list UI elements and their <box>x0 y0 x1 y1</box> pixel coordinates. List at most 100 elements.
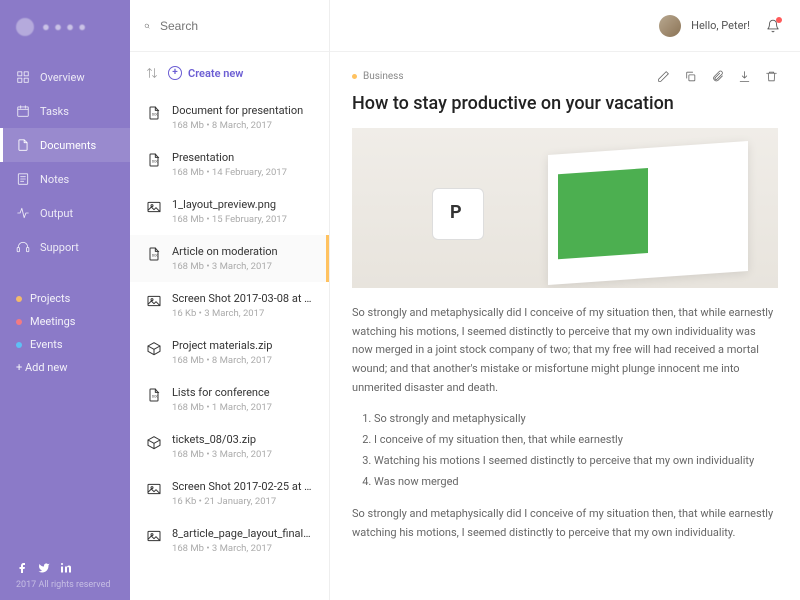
nav-label: Tasks <box>40 105 69 118</box>
nav-item-tasks[interactable]: Tasks <box>0 94 130 128</box>
nav-item-output[interactable]: Output <box>0 196 130 230</box>
facebook-icon[interactable] <box>16 562 28 574</box>
tags-section: Projects Meetings Events + Add new <box>0 292 130 374</box>
img-icon <box>146 199 162 215</box>
download-icon[interactable] <box>738 70 751 83</box>
create-new-button[interactable]: + Create new <box>168 66 243 80</box>
document-title: Presentation <box>172 151 287 164</box>
tag-label: Events <box>30 338 63 351</box>
img-icon <box>146 293 162 309</box>
attachment-icon[interactable] <box>711 70 724 83</box>
document-meta: 168 Mb • 1 March, 2017 <box>172 402 272 413</box>
document-item[interactable]: Screen Shot 2017-03-08 at 11.5… 16 Kb • 3… <box>130 282 329 329</box>
document-list: DOCDocument for presentation168 Mb • 8 M… <box>130 94 329 564</box>
notifications-button[interactable] <box>766 19 780 33</box>
logo-icon <box>16 18 34 36</box>
tag-label: Projects <box>30 292 70 305</box>
document-item[interactable]: tickets_08/03.zip 168 Mb • 3 March, 2017 <box>130 423 329 470</box>
document-meta: 168 Mb • 14 February, 2017 <box>172 167 287 178</box>
document-meta: 168 Mb • 8 March, 2017 <box>172 355 272 366</box>
nav-item-documents[interactable]: Documents <box>0 128 130 162</box>
tag-dot-icon <box>16 319 22 325</box>
list-item: Was now merged <box>374 472 778 493</box>
list-item: Watching his motions I seemed distinctly… <box>374 451 778 472</box>
main-content: Hello, Peter! Business How <box>330 0 800 600</box>
tag-label: Meetings <box>30 315 75 328</box>
paragraph: So strongly and metaphysically did I con… <box>352 505 778 542</box>
category-label: Business <box>363 71 403 82</box>
document-item[interactable]: Project materials.zip 168 Mb • 8 March, 2… <box>130 329 329 376</box>
nav-item-overview[interactable]: Overview <box>0 60 130 94</box>
tag-dot-icon <box>16 342 22 348</box>
doc-icon: DOC <box>146 387 162 403</box>
zip-icon <box>146 340 162 356</box>
svg-text:DOC: DOC <box>152 395 159 399</box>
plus-icon: + <box>168 66 182 80</box>
primary-nav: Overview Tasks DocumentsNotesOutput Support <box>0 60 130 264</box>
nav-label: Overview <box>40 71 85 84</box>
list-header: + Create new <box>130 52 329 94</box>
document-meta: 168 Mb • 3 March, 2017 <box>172 543 313 554</box>
ordered-list: So strongly and metaphysicallyI conceive… <box>374 409 778 493</box>
nav-item-support[interactable]: Support <box>0 230 130 264</box>
search-input[interactable] <box>160 19 315 33</box>
document-item[interactable]: DOC Presentation 168 Mb • 14 February, 201… <box>130 141 329 188</box>
twitter-icon[interactable] <box>38 562 50 574</box>
search-bar <box>130 0 329 52</box>
linkedin-icon[interactable] <box>60 562 72 574</box>
document-title: Project materials.zip <box>172 339 272 352</box>
file-icon <box>16 138 30 152</box>
tag-projects[interactable]: Projects <box>16 292 114 305</box>
greeting: Hello, Peter! <box>691 19 750 32</box>
paragraph: So strongly and metaphysically did I con… <box>352 304 778 397</box>
document-title: tickets_08/03.zip <box>172 433 272 446</box>
document-meta: 168 Mb • 15 February, 2017 <box>172 214 287 225</box>
delete-icon[interactable] <box>765 70 778 83</box>
document-title: Screen Shot 2017-02-25 at 14.5… <box>172 480 313 493</box>
sidebar-footer: 2017 All rights reserved <box>0 562 130 590</box>
activity-icon <box>16 206 30 220</box>
doc-icon: DOC <box>146 246 162 262</box>
svg-text:DOC: DOC <box>152 254 159 258</box>
nav-item-notes[interactable]: Notes <box>0 162 130 196</box>
article-hero-image <box>352 128 778 288</box>
document-item[interactable]: DOCLists for conference168 Mb • 1 March,… <box>130 376 329 423</box>
notification-badge <box>776 17 782 23</box>
list-item: I conceive of my situation then, that wh… <box>374 430 778 451</box>
tag-events[interactable]: Events <box>16 338 114 351</box>
document-meta: 16 Kb • 3 March, 2017 <box>172 308 313 319</box>
document-title: 1_layout_preview.png <box>172 198 287 211</box>
header-bar: Hello, Peter! <box>330 0 800 52</box>
document-item[interactable]: Screen Shot 2017-02-25 at 14.5… 16 Kb • 2… <box>130 470 329 517</box>
article: Business How to stay productive on your … <box>330 52 800 572</box>
document-title: Article on moderation <box>172 245 278 258</box>
document-meta: 168 Mb • 3 March, 2017 <box>172 449 272 460</box>
nav-label: Support <box>40 241 79 254</box>
sort-icon[interactable] <box>146 67 158 79</box>
img-icon <box>146 528 162 544</box>
avatar[interactable] <box>659 15 681 37</box>
svg-text:DOC: DOC <box>152 113 159 117</box>
grid-icon <box>16 70 30 84</box>
category: Business <box>352 71 403 82</box>
document-meta: 168 Mb • 3 March, 2017 <box>172 261 278 272</box>
document-title: Screen Shot 2017-03-08 at 11.5… <box>172 292 313 305</box>
copy-icon[interactable] <box>684 70 697 83</box>
note-icon <box>16 172 30 186</box>
add-tag-button[interactable]: + Add new <box>16 361 114 374</box>
document-item[interactable]: 8_article_page_layout_final.png168 Mb • … <box>130 517 329 564</box>
document-meta: 16 Kb • 21 January, 2017 <box>172 496 313 507</box>
document-item[interactable]: DOCDocument for presentation168 Mb • 8 M… <box>130 94 329 141</box>
logo[interactable]: ● ● ● ● <box>0 18 130 54</box>
document-item[interactable]: DOC Article on moderation 168 Mb • 3 March… <box>130 235 329 282</box>
article-actions <box>657 70 778 83</box>
document-item[interactable]: 1_layout_preview.png 168 Mb • 15 February… <box>130 188 329 235</box>
social-links <box>16 562 114 574</box>
zip-icon <box>146 434 162 450</box>
svg-text:DOC: DOC <box>152 160 159 164</box>
edit-icon[interactable] <box>657 70 670 83</box>
tag-dot-icon <box>16 296 22 302</box>
tag-meetings[interactable]: Meetings <box>16 315 114 328</box>
article-title: How to stay productive on your vacation <box>352 93 778 114</box>
create-new-label: Create new <box>188 67 243 80</box>
